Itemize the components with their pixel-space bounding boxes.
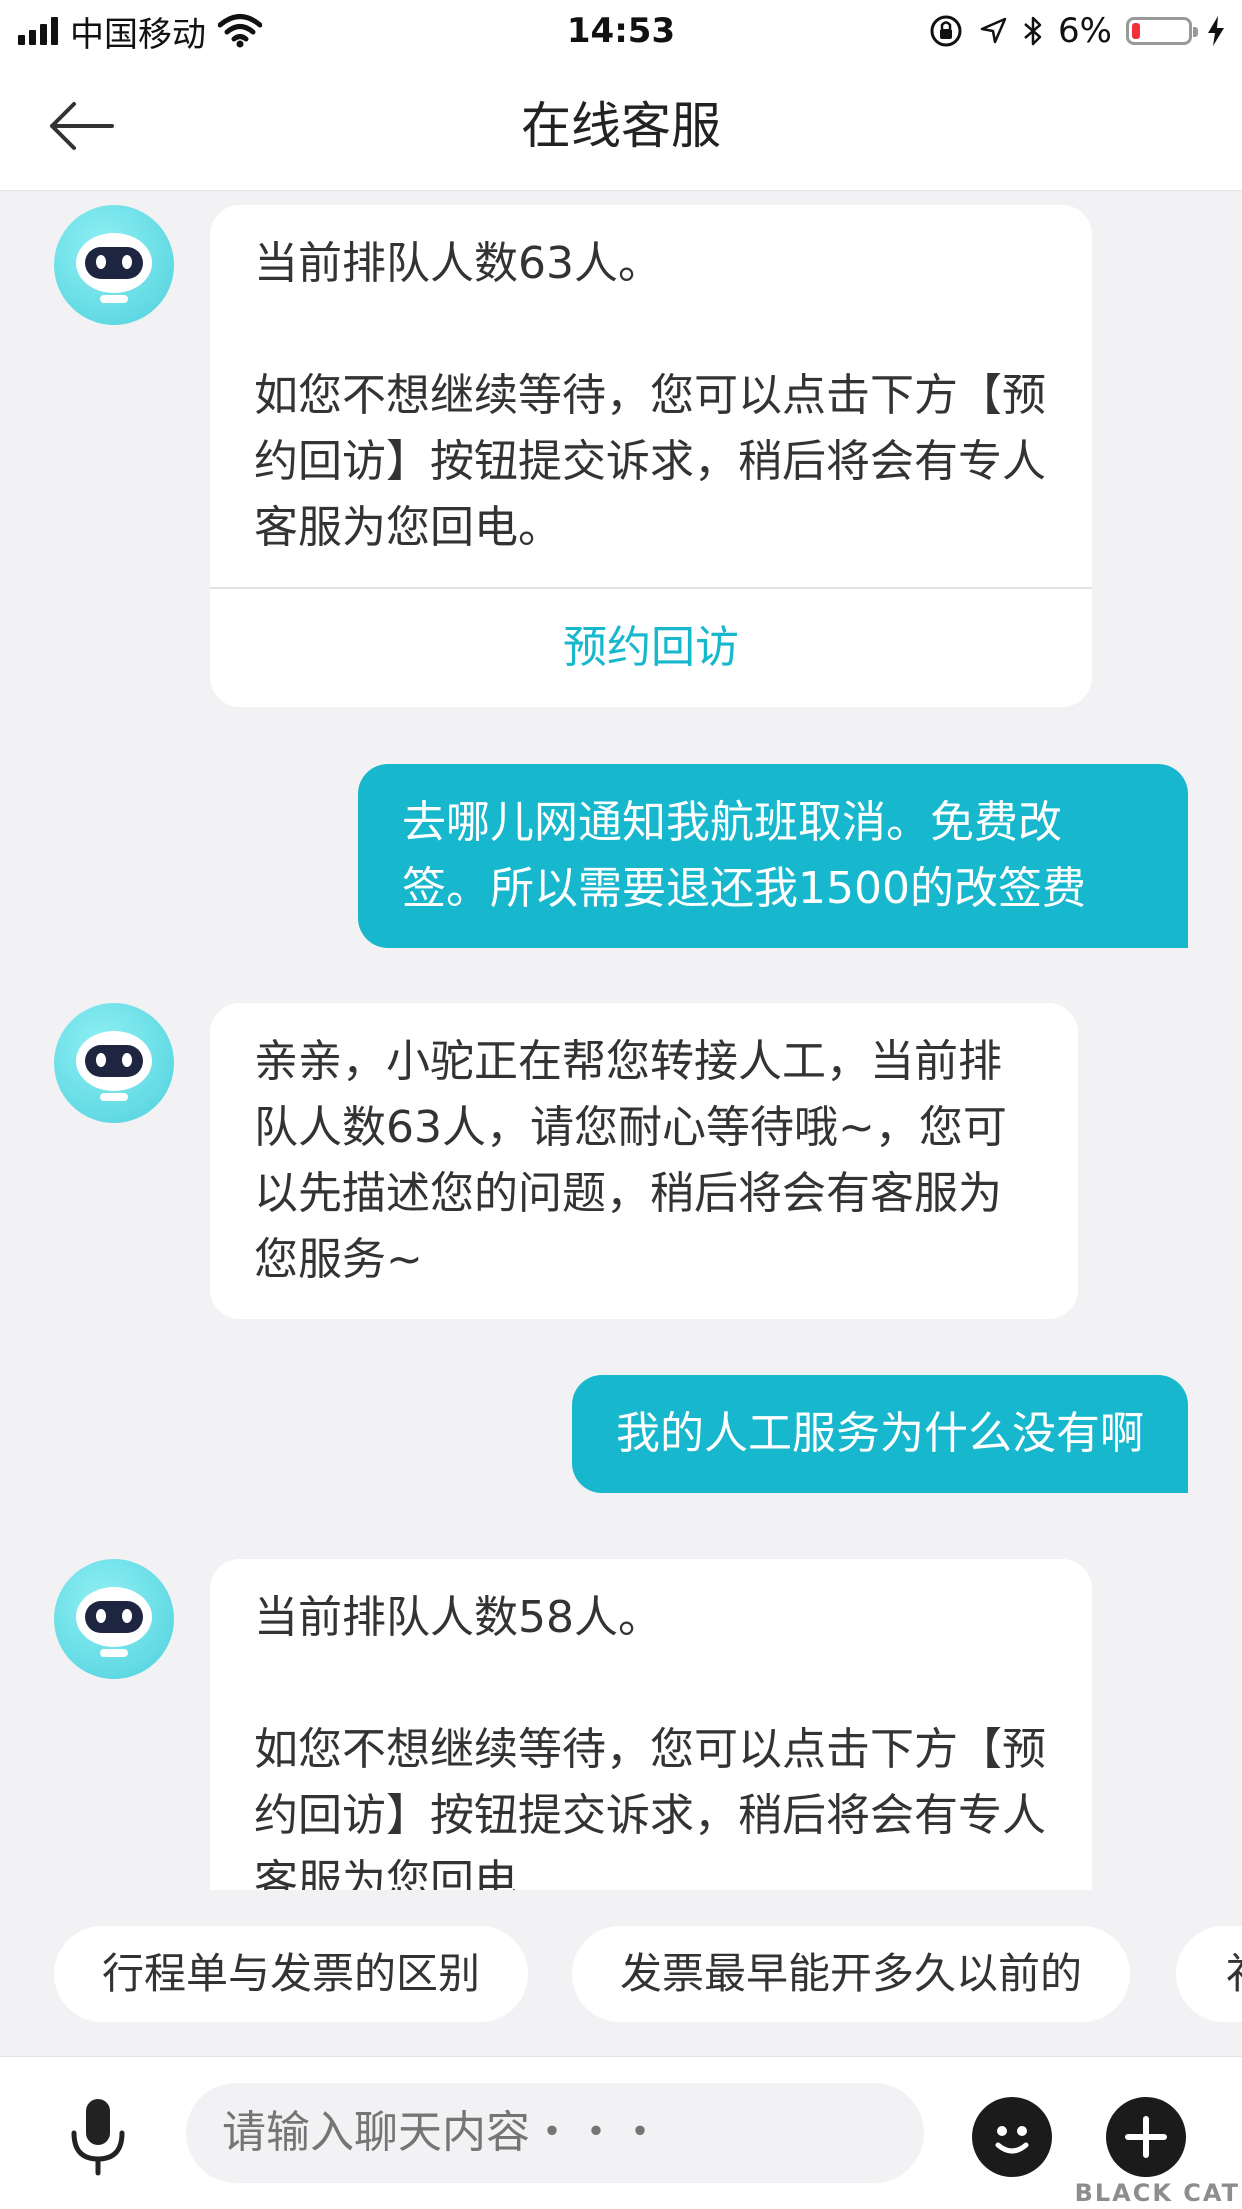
bluetooth-icon — [1024, 16, 1042, 46]
user-message-bubble: 去哪儿网通知我航班取消。免费改签。所以需要退还我1500的改签费 — [358, 764, 1188, 948]
chat-area[interactable]: 当前排队人数63人。 如您不想继续等待，您可以点击下方【预约回访】按钮提交诉求，… — [0, 191, 1242, 1890]
add-button[interactable] — [1106, 2097, 1186, 2177]
quick-reply-chip[interactable]: 行程单与发票的区别 — [54, 1926, 529, 2022]
charging-bolt-icon — [1208, 16, 1224, 46]
orientation-lock-icon — [930, 15, 962, 47]
bot-message-bubble: 当前排队人数58人。 如您不想继续等待，您可以点击下方【预约回访】按钮提交诉求，… — [210, 1559, 1092, 1890]
location-arrow-icon — [980, 17, 1007, 44]
input-bar: BLACK CAT — [0, 2056, 1242, 2209]
bot-message-bubble: 亲亲，小驼正在帮您转接人工，当前排队人数63人，请您耐心等待哦~，您可以先描述您… — [210, 1003, 1078, 1319]
quick-replies: 行程单与发票的区别 发票最早能开多久以前的 补 — [0, 1890, 1242, 2026]
status-right: 6% — [928, 8, 1226, 54]
smile-icon — [995, 2126, 1029, 2154]
page-title: 在线客服 — [521, 97, 721, 155]
chat-input[interactable] — [186, 2083, 924, 2183]
bot-message-bubble: 当前排队人数63人。 如您不想继续等待，您可以点击下方【预约回访】按钮提交诉求，… — [210, 205, 1092, 707]
bot-avatar — [54, 205, 174, 325]
status-bar: 中国移动 14:53 6% — [0, 0, 1242, 62]
microphone-icon[interactable] — [62, 2097, 134, 2177]
battery-icon — [1126, 17, 1198, 45]
emoji-icon[interactable] — [972, 2097, 1052, 2177]
bot-avatar — [54, 1003, 174, 1123]
bot-message-text: 亲亲，小驼正在帮您转接人工，当前排队人数63人，请您耐心等待哦~，您可以先描述您… — [254, 1036, 1007, 1285]
robot-icon — [76, 233, 152, 303]
bot-message-text: 当前排队人数58人。 如您不想继续等待，您可以点击下方【预约回访】按钮提交诉求，… — [254, 1592, 1046, 1890]
bot-avatar — [54, 1559, 174, 1679]
battery-percent: 6% — [1058, 11, 1112, 51]
quick-reply-chip[interactable]: 补 — [1176, 1926, 1242, 2022]
robot-icon — [76, 1031, 152, 1101]
robot-icon — [76, 1587, 152, 1657]
battery-fill — [1132, 23, 1140, 39]
bot-message-text: 当前排队人数63人。 如您不想继续等待，您可以点击下方【预约回访】按钮提交诉求，… — [254, 238, 1046, 553]
quick-reply-chip[interactable]: 发票最早能开多久以前的 — [572, 1926, 1131, 2022]
watermark: BLACK CAT — [1074, 2179, 1240, 2207]
schedule-callback-button[interactable]: 预约回访 — [210, 589, 1092, 707]
plus-icon — [1125, 2116, 1167, 2158]
nav-bar: 在线客服 — [0, 62, 1242, 191]
user-message-bubble: 我的人工服务为什么没有啊 — [572, 1375, 1188, 1493]
